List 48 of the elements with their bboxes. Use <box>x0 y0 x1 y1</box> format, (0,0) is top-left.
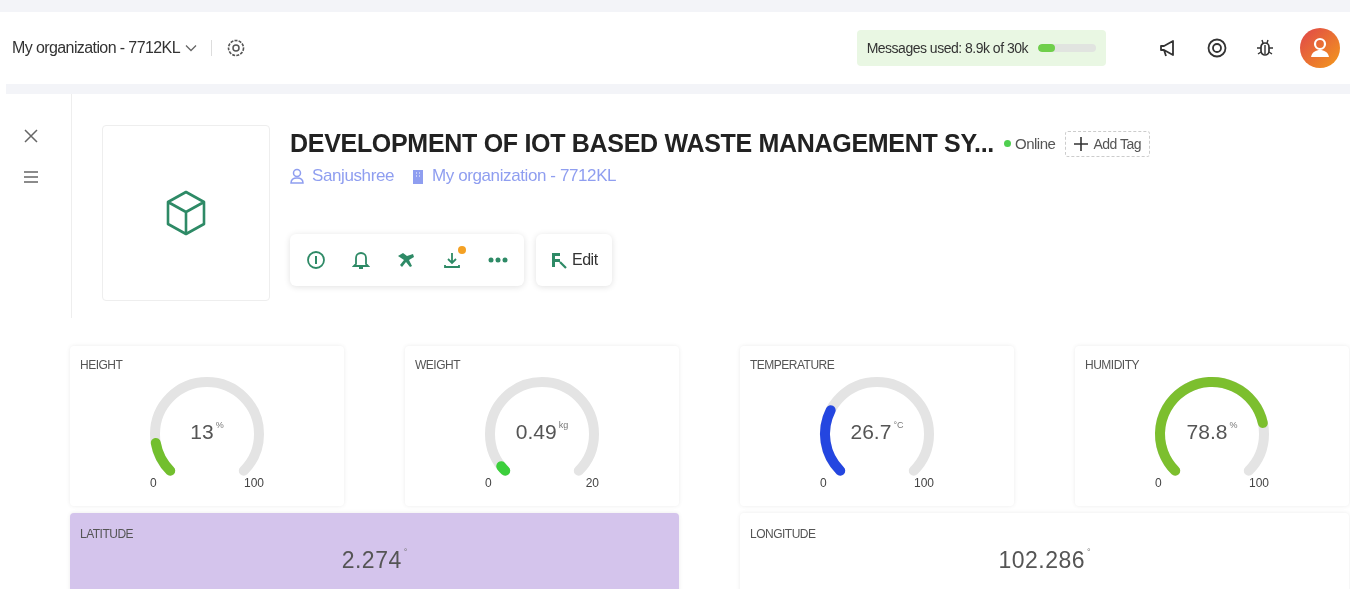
plus-icon <box>1074 136 1089 151</box>
building-icon <box>412 168 424 184</box>
chevron-down-icon <box>184 44 197 52</box>
gauge-max: 100 <box>1248 476 1269 490</box>
tile-value: 102.286 <box>998 547 1085 574</box>
gauge-min: 0 <box>150 476 157 490</box>
info-icon[interactable] <box>306 250 326 270</box>
gauge-min: 0 <box>820 476 827 490</box>
settings-icon[interactable] <box>225 38 246 58</box>
gauge-label: WEIGHT <box>415 358 460 372</box>
status-text: Online <box>1015 135 1056 152</box>
device-title: DEVELOPMENT OF IOT BASED WASTE MANAGEMENT SY... <box>290 129 994 158</box>
tile-value: 2.274 <box>341 547 402 574</box>
gauge-label: HUMIDITY <box>1085 358 1139 372</box>
gauge-min: 0 <box>1155 476 1162 490</box>
notification-dot <box>458 246 466 254</box>
bell-icon[interactable] <box>352 250 370 270</box>
edit-icon <box>550 251 568 269</box>
messages-used-text: Messages used: 8.9k of 30k <box>866 40 1028 56</box>
gauge-max: 100 <box>243 476 264 490</box>
cube-icon <box>164 189 208 237</box>
gauge-max: 20 <box>585 476 599 490</box>
more-icon[interactable] <box>488 257 508 263</box>
tile-label: LATITUDE <box>80 527 134 541</box>
edit-button[interactable]: Edit <box>536 234 612 286</box>
add-tag-button[interactable]: Add Tag <box>1065 130 1150 157</box>
gauge-min: 0 <box>485 476 492 490</box>
gauge-value: 0.49 <box>515 420 557 444</box>
gauge-value: 13 <box>190 420 214 444</box>
menu-icon[interactable] <box>22 170 39 184</box>
gauge-max: 100 <box>913 476 934 490</box>
gauge-value: 78.8 <box>1186 420 1228 444</box>
gauge-unit: % <box>215 420 224 430</box>
download-icon[interactable] <box>442 250 462 270</box>
gauge-value: 26.7 <box>850 420 892 444</box>
user-avatar[interactable] <box>1300 28 1340 68</box>
tile-label: LONGITUDE <box>750 527 816 541</box>
user-icon <box>290 168 304 184</box>
gauge-unit: % <box>1229 420 1238 430</box>
gauge-unit: °C <box>893 420 904 430</box>
bug-icon[interactable] <box>1254 37 1276 59</box>
tile-unit: ° <box>403 547 408 557</box>
lifebuoy-icon[interactable] <box>1206 37 1228 59</box>
gauge-label: HEIGHT <box>80 358 123 372</box>
gauge-unit: kg <box>558 420 569 430</box>
close-icon[interactable] <box>22 128 39 144</box>
tile-unit: ° <box>1087 547 1091 557</box>
gauge-label: TEMPERATURE <box>750 358 835 372</box>
